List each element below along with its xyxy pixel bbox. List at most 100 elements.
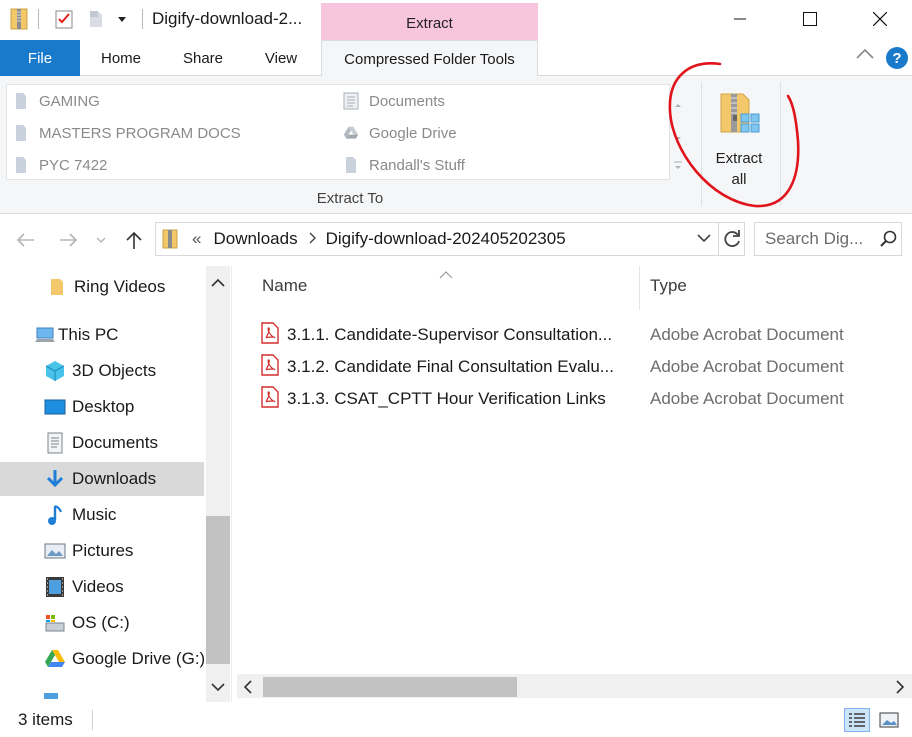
sidebar-item-documents[interactable]: Documents bbox=[0, 426, 204, 460]
pdf-file-icon bbox=[261, 321, 279, 349]
maximize-button[interactable] bbox=[775, 0, 845, 38]
extract-to-item-google-drive[interactable]: Google Drive bbox=[343, 121, 457, 145]
collapse-ribbon-icon[interactable] bbox=[855, 47, 875, 65]
extract-to-item-pyc-7422[interactable]: PYC 7422 bbox=[13, 153, 107, 177]
extract-to-item-randalls-stuff[interactable]: Randall's Stuff bbox=[343, 153, 465, 177]
extract-all-button[interactable]: Extract all bbox=[703, 82, 775, 188]
music-icon bbox=[44, 504, 66, 526]
zip-folder-icon[interactable] bbox=[8, 6, 30, 32]
maximize-icon bbox=[803, 12, 817, 26]
details-view-button[interactable] bbox=[844, 708, 870, 732]
file-name: 3.1.3. CSAT_CPTT Hour Verification Links bbox=[287, 389, 606, 408]
search-box[interactable] bbox=[754, 222, 902, 256]
up-arrow-icon[interactable] bbox=[122, 228, 146, 252]
breadcrumb-separator-icon[interactable] bbox=[308, 231, 316, 247]
sidebar-item-pictures[interactable]: Pictures bbox=[0, 534, 204, 568]
horizontal-scroll-thumb[interactable] bbox=[263, 677, 517, 697]
extract-to-item-label: Documents bbox=[369, 92, 445, 110]
pdf-file-icon bbox=[261, 385, 279, 413]
address-divider bbox=[718, 223, 719, 255]
folder-icon bbox=[13, 124, 29, 142]
file-row[interactable]: 3.1.2. Candidate Final Consultation Eval… bbox=[261, 352, 901, 382]
sidebar-item-3d-objects[interactable]: 3D Objects bbox=[0, 354, 204, 388]
sidebar-item-label: 3D Objects bbox=[72, 361, 157, 380]
folder-icon bbox=[13, 156, 29, 174]
quick-access-dropdown-icon[interactable] bbox=[112, 6, 132, 32]
pictures-icon bbox=[44, 540, 66, 562]
tab-file[interactable]: File bbox=[0, 40, 80, 76]
folder-icon bbox=[46, 276, 68, 298]
sidebar-item-label: Downloads bbox=[72, 469, 157, 488]
refresh-icon[interactable] bbox=[722, 228, 742, 254]
minimize-icon bbox=[734, 18, 746, 20]
large-icons-view-button[interactable] bbox=[876, 708, 902, 732]
extract-to-item-masters-program-docs[interactable]: MASTERS PROGRAM DOCS bbox=[13, 121, 241, 145]
documents-icon bbox=[343, 92, 359, 110]
breadcrumb-downloads[interactable]: Downloads bbox=[213, 229, 297, 249]
ribbon-tabs: File Home Share View Compressed Folder T… bbox=[0, 40, 912, 77]
documents-icon bbox=[44, 432, 66, 454]
navigation-bar: « Downloads Digify-download-202405202305 bbox=[0, 214, 912, 266]
network-icon bbox=[40, 686, 62, 702]
scroll-right-icon[interactable] bbox=[895, 680, 905, 698]
scroll-left-icon[interactable] bbox=[243, 680, 253, 698]
this-pc-icon bbox=[34, 324, 56, 346]
breadcrumb-current-folder[interactable]: Digify-download-202405202305 bbox=[326, 229, 566, 249]
new-folder-icon[interactable] bbox=[86, 6, 106, 32]
help-icon[interactable]: ? bbox=[886, 47, 908, 69]
sidebar-item-downloads[interactable]: Downloads bbox=[0, 462, 204, 496]
column-header-type[interactable]: Type bbox=[650, 276, 687, 296]
address-bar[interactable]: « Downloads Digify-download-202405202305 bbox=[155, 222, 745, 256]
status-bar: 3 items bbox=[0, 702, 912, 737]
sidebar-item-partial bbox=[0, 686, 204, 702]
google-drive-icon bbox=[44, 648, 66, 670]
google-drive-icon bbox=[343, 124, 359, 142]
column-header-name[interactable]: Name bbox=[262, 276, 307, 296]
search-icon[interactable] bbox=[879, 230, 897, 248]
window-title: Digify-download-2... bbox=[152, 9, 303, 28]
sidebar-item-music[interactable]: Music bbox=[0, 498, 204, 532]
minimize-button[interactable] bbox=[705, 0, 775, 38]
navigation-pane: Ring Videos This PC 3D Objects Desktop D… bbox=[0, 266, 232, 702]
ribbon-group-separator bbox=[701, 82, 702, 206]
scroll-down-icon[interactable] bbox=[210, 680, 226, 697]
file-row[interactable]: 3.1.1. Candidate-Supervisor Consultation… bbox=[261, 320, 901, 350]
address-history-chevron-icon[interactable] bbox=[696, 231, 712, 249]
file-type: Adobe Acrobat Document bbox=[650, 389, 844, 408]
sidebar-item-desktop[interactable]: Desktop bbox=[0, 390, 204, 424]
tab-home[interactable]: Home bbox=[86, 40, 156, 76]
breadcrumb-overflow[interactable]: « bbox=[192, 229, 201, 249]
sidebar-item-label: Documents bbox=[72, 433, 158, 452]
tab-share[interactable]: Share bbox=[168, 40, 238, 76]
recent-locations-chevron-icon[interactable] bbox=[94, 228, 108, 252]
search-input[interactable] bbox=[765, 229, 873, 249]
gallery-scrollbar[interactable] bbox=[670, 84, 686, 180]
sidebar-item-os-c[interactable]: OS (C:) bbox=[0, 606, 204, 640]
extract-to-item-label: MASTERS PROGRAM DOCS bbox=[39, 124, 241, 142]
file-type: Adobe Acrobat Document bbox=[650, 325, 844, 344]
sidebar-item-this-pc[interactable]: This PC bbox=[0, 318, 204, 352]
back-arrow-icon[interactable] bbox=[12, 228, 38, 252]
extract-to-item-gaming[interactable]: GAMING bbox=[13, 89, 100, 113]
properties-icon[interactable] bbox=[52, 6, 76, 32]
status-separator bbox=[92, 710, 93, 730]
column-separator[interactable] bbox=[639, 266, 640, 310]
forward-arrow-icon[interactable] bbox=[56, 228, 82, 252]
sidebar-item-google-drive[interactable]: Google Drive (G:) bbox=[0, 642, 204, 676]
close-button[interactable] bbox=[845, 0, 912, 38]
file-row[interactable]: 3.1.3. CSAT_CPTT Hour Verification Links… bbox=[261, 384, 901, 414]
extract-to-group-label: Extract To bbox=[316, 190, 384, 207]
extract-to-gallery: GAMING MASTERS PROGRAM DOCS PYC 7422 Doc… bbox=[6, 84, 670, 180]
sidebar-item-videos[interactable]: Videos bbox=[0, 570, 204, 604]
gallery-scroll-arrows-icon bbox=[674, 104, 682, 169]
drive-icon bbox=[44, 612, 66, 634]
extract-to-item-documents[interactable]: Documents bbox=[343, 89, 445, 113]
tab-view[interactable]: View bbox=[248, 40, 314, 76]
sidebar-item-ring-videos[interactable]: Ring Videos bbox=[0, 270, 204, 304]
extract-to-item-label: GAMING bbox=[39, 92, 100, 110]
item-count: 3 items bbox=[18, 710, 73, 729]
nav-pane-scroll-thumb[interactable] bbox=[206, 516, 230, 664]
tab-compressed-folder-tools[interactable]: Compressed Folder Tools bbox=[321, 40, 538, 77]
sidebar-item-label: Pictures bbox=[72, 541, 134, 560]
scroll-up-icon[interactable] bbox=[210, 276, 226, 293]
